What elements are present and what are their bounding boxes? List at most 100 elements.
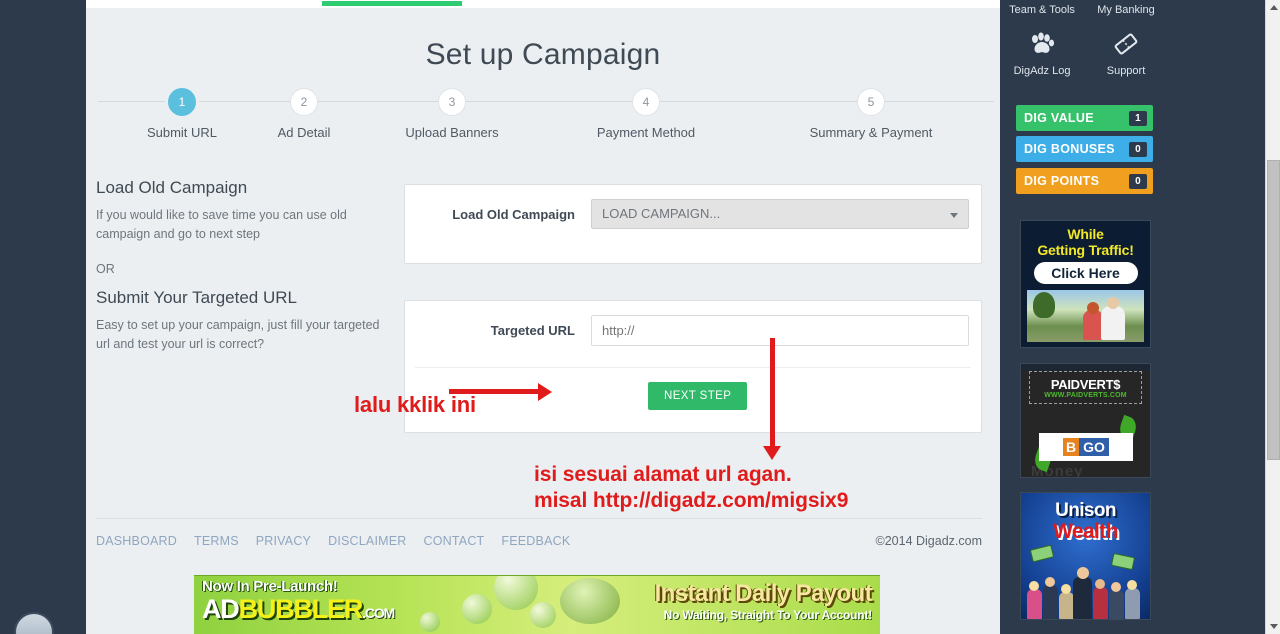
stat-badge: 1 [1129,110,1147,126]
sidebar-ad-unison-body: Unison Wealth [1021,493,1150,619]
stat-dig-value[interactable]: DIG VALUE 1 [1016,105,1153,131]
stepper-step-4[interactable]: 4 Payment Method [561,88,731,140]
bottom-ad-brand-bubbler: BUBBLER [238,594,364,624]
bottom-banner-ad[interactable]: Now In Pre-Launch! ADBUBBLER.COM Instant… [194,575,880,634]
person-shape [1125,588,1140,619]
sidebar-ad-unison-wealth[interactable]: Unison Wealth [1020,492,1151,620]
browser-scrollbar[interactable] [1265,0,1280,634]
tree-shape [1033,292,1055,318]
targeted-url-field-row: Targeted URL [405,301,981,346]
footer-link-contact[interactable]: CONTACT [424,534,485,548]
footer-link-terms[interactable]: TERMS [194,534,239,548]
person-shape [1043,585,1058,619]
load-campaign-select[interactable]: LOAD CAMPAIGN... [591,199,969,229]
or-divider-label: OR [96,262,115,276]
bottom-ad-brand-com: .COM [362,605,395,621]
head-shape [1029,581,1039,591]
stat-dig-bonuses[interactable]: DIG BONUSES 0 [1016,136,1153,162]
scrollbar-up-arrow[interactable] [1266,0,1280,15]
page-title: Set up Campaign [425,38,661,71]
scrollbar-thumb[interactable] [1267,160,1280,460]
step-label: Ad Detail [277,125,331,140]
body-left-column: Load Old Campaign If you would like to s… [96,178,396,354]
annotation-arrow-horizontal-head [538,383,552,401]
footer-link-privacy[interactable]: PRIVACY [256,534,311,548]
bgo-logo-right: GO [1079,438,1109,456]
stat-dig-points[interactable]: DIG POINTS 0 [1016,168,1153,194]
money-bill-icon [1029,544,1055,563]
step-number: 2 [290,88,318,116]
targeted-url-panel: Targeted URL NEXT STEP [404,300,982,433]
unison-line1: Unison [1055,500,1116,521]
sidebar-ad-getting-traffic-body: While Getting Traffic! Click Here [1021,221,1150,347]
step-label: Payment Method [596,125,696,140]
footer-link-feedback[interactable]: FEEDBACK [501,534,570,548]
person-shape [1073,577,1092,619]
step-label: Summary & Payment [809,125,933,140]
person-shape [1109,590,1124,619]
stat-label: DIG BONUSES [1024,142,1115,156]
load-old-campaign-panel: Load Old Campaign LOAD CAMPAIGN... [404,184,982,264]
scrollbar-down-arrow[interactable] [1266,619,1280,634]
footer-divider [96,518,982,519]
stepper-step-2[interactable]: 2 Ad Detail [219,88,389,140]
annotation-arrow-vertical-shaft [770,338,775,448]
footer-link-disclaimer[interactable]: DISCLAIMER [328,534,406,548]
head-shape [1127,580,1137,590]
sidebar-item-label: Team & Tools [1009,4,1075,16]
sidebar-nav-row-2: DigAdz Log Support [1000,32,1168,79]
left-nav-gutter [0,0,86,634]
bottom-ad-left-text: Now In Pre-Launch! ADBUBBLER.COM [202,578,502,627]
avatar[interactable] [14,612,54,634]
sidebar-nav-grid: Team & Tools My Banking DigAdz Log Suppo… [1000,0,1168,79]
step-number: 1 [168,88,196,116]
main-content: Set up Campaign 1 Submit URL 2 Ad Detail… [86,0,1000,634]
stepper-step-3[interactable]: 3 Upload Banners [367,88,537,140]
footer: DASHBOARD TERMS PRIVACY DISCLAIMER CONTA… [96,534,982,548]
paidverts-title-box: PAIDVERT$ WWW.PAIDVERTS.COM [1029,371,1142,404]
bottom-ad-prelaunch: Now In Pre-Launch! [202,578,338,595]
person-shape [1059,592,1074,619]
load-old-campaign-heading: Load Old Campaign [96,178,248,197]
sidebar-nav-row-1: Team & Tools My Banking [1000,0,1168,16]
sidebar-item-label: Support [1106,65,1146,77]
sidebar-ad-paidverts[interactable]: Money PAIDVERT$ WWW.PAIDVERTS.COM B GO [1020,363,1151,478]
paw-icon [1000,32,1084,58]
load-campaign-field-row: Load Old Campaign LOAD CAMPAIGN... [405,185,981,229]
sidebar-ad-traffic-button[interactable]: Click Here [1033,262,1138,284]
paidverts-title: PAIDVERT$ [1050,377,1121,392]
person-shape [1093,587,1108,619]
footer-link-dashboard[interactable]: DASHBOARD [96,534,177,548]
load-old-campaign-text: If you would like to save time you can u… [96,208,347,241]
sidebar-item-team-tools[interactable]: Team & Tools [1000,0,1084,16]
screen: Set up Campaign 1 Submit URL 2 Ad Detail… [0,0,1280,634]
head-shape [1111,582,1121,592]
sidebar-item-digadz-log[interactable]: DigAdz Log [1000,32,1084,79]
sidebar-item-my-banking[interactable]: My Banking [1084,0,1168,16]
annotation-click-this: lalu kklik ini [354,392,476,417]
person-shape [1027,589,1042,619]
panel-divider [415,367,971,368]
head-shape [1087,302,1099,314]
stat-badge: 0 [1129,173,1147,189]
targeted-url-input[interactable] [591,315,969,346]
annotation-fill-url: isi sesuai alamat url agan. misal http:/… [534,463,849,512]
unison-crowd [1021,565,1150,619]
step-number: 5 [857,88,885,116]
paidverts-url: WWW.PAIDVERTS.COM [1044,392,1127,399]
sidebar-ad-traffic-line2: Getting Traffic! [1037,242,1134,258]
sidebar-item-support[interactable]: Support [1084,32,1168,79]
person-shape [1083,310,1103,340]
next-step-button[interactable]: NEXT STEP [648,382,748,410]
unison-line2: Wealth [1053,520,1118,543]
load-campaign-label: Load Old Campaign [452,206,575,222]
top-strip [86,0,1000,8]
stepper-step-5[interactable]: 5 Summary & Payment [786,88,956,140]
head-shape [1045,577,1055,587]
bottom-ad-right-text: Instant Daily Payout No Waiting, Straigh… [512,580,873,622]
step-number: 4 [632,88,660,116]
bottom-ad-subtext: No Waiting, Straight To Your Account! [663,608,873,622]
ticket-icon [1084,32,1168,58]
sidebar-ad-getting-traffic[interactable]: While Getting Traffic! Click Here [1020,220,1151,348]
submit-url-text: Easy to set up your campaign, just fill … [96,318,380,351]
